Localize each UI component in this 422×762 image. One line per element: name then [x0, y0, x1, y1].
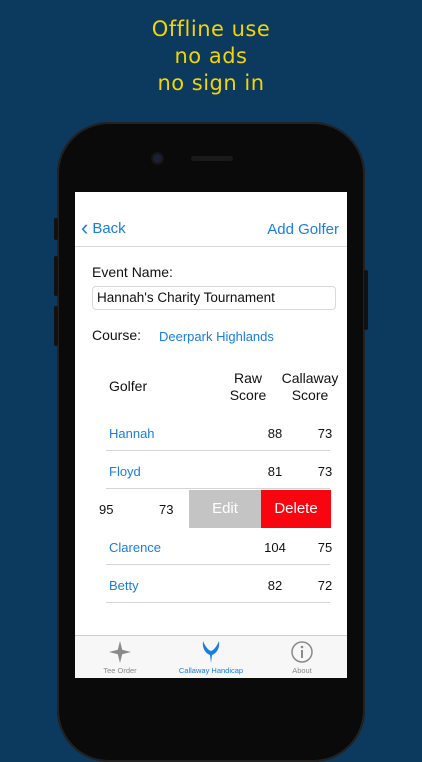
row-divider [106, 450, 330, 451]
tab-callaway-handicap[interactable]: Callaway Handicap [166, 636, 256, 678]
tab-bar: Tee Order Callaway Handicap About [75, 635, 347, 678]
tab-label: Callaway Handicap [178, 666, 244, 675]
raw-score: 82 [267, 578, 283, 593]
promo-line-1: Offline use [151, 17, 271, 41]
golfer-name[interactable]: Betty [109, 578, 139, 593]
add-golfer-button[interactable]: Add Golfer [267, 221, 339, 238]
back-label: Back [92, 219, 126, 237]
row-divider [106, 564, 330, 565]
info-icon [291, 641, 313, 663]
header-golfer: Golfer [109, 378, 148, 394]
table-row[interactable]: Hannah 88 73 [106, 414, 332, 451]
back-button[interactable]: ‹ Back [81, 215, 126, 240]
row-divider [106, 602, 330, 603]
course-label: Course: [92, 327, 142, 343]
callaway-score: 73 [317, 426, 333, 441]
mute-switch [54, 218, 58, 240]
promo-text: Offline use no ads no sign in [0, 16, 422, 97]
volume-down-button [54, 306, 58, 346]
tab-tee-order[interactable]: Tee Order [75, 636, 165, 678]
event-name-value: Hannah's Charity Tournament [97, 290, 275, 305]
golfer-name[interactable]: Clarence [109, 540, 161, 555]
promo-line-2: no ads [174, 44, 248, 68]
promo-line-3: no sign in [157, 71, 265, 95]
callaway-score: 75 [317, 540, 333, 555]
app-screen: ‹ Back Add Golfer Event Name: Hannah's C… [75, 192, 347, 678]
header-callaway-score: Callaway Score [275, 370, 345, 404]
chevron-left-icon: ‹ [81, 215, 89, 240]
callaway-score: 73 [159, 502, 174, 517]
delete-button[interactable]: Delete [261, 490, 331, 528]
table-row[interactable]: Betty 82 72 [106, 566, 332, 603]
tab-about[interactable]: About [257, 636, 347, 678]
raw-score: 104 [264, 540, 286, 555]
event-name-label: Event Name: [92, 264, 173, 280]
row-divider [106, 488, 330, 489]
raw-score: 95 [99, 502, 114, 517]
raw-score: 88 [267, 426, 283, 441]
phone-frame: ‹ Back Add Golfer Event Name: Hannah's C… [54, 122, 368, 762]
swiped-table-row[interactable]: 95 73 Edit Delete [75, 490, 347, 528]
header-callaway-line2: Score [291, 387, 329, 403]
header-callaway-line1: Callaway [281, 370, 339, 386]
edit-button[interactable]: Edit [189, 490, 261, 528]
table-row[interactable]: Floyd 81 73 [106, 452, 332, 489]
tab-label: Tee Order [103, 666, 137, 675]
callaway-logo-icon [202, 641, 220, 663]
callaway-score: 73 [317, 464, 333, 479]
power-button [364, 270, 368, 330]
table-row[interactable]: Clarence 104 75 [106, 528, 332, 565]
star-icon [109, 641, 131, 663]
earpiece-speaker [191, 156, 233, 161]
callaway-score: 72 [317, 578, 333, 593]
golfer-name[interactable]: Floyd [109, 464, 141, 479]
golfer-name[interactable]: Hannah [109, 426, 155, 441]
event-name-input[interactable]: Hannah's Charity Tournament [92, 286, 336, 310]
raw-score: 81 [267, 464, 283, 479]
navigation-bar: ‹ Back Add Golfer [75, 212, 347, 247]
header-raw-line2: Score [229, 387, 267, 403]
tab-label: About [292, 666, 312, 675]
front-camera [153, 154, 162, 163]
header-raw-score: Raw Score [225, 370, 271, 404]
course-link[interactable]: Deerpark Highlands [159, 329, 274, 344]
volume-up-button [54, 256, 58, 296]
header-raw-line1: Raw [233, 370, 262, 386]
